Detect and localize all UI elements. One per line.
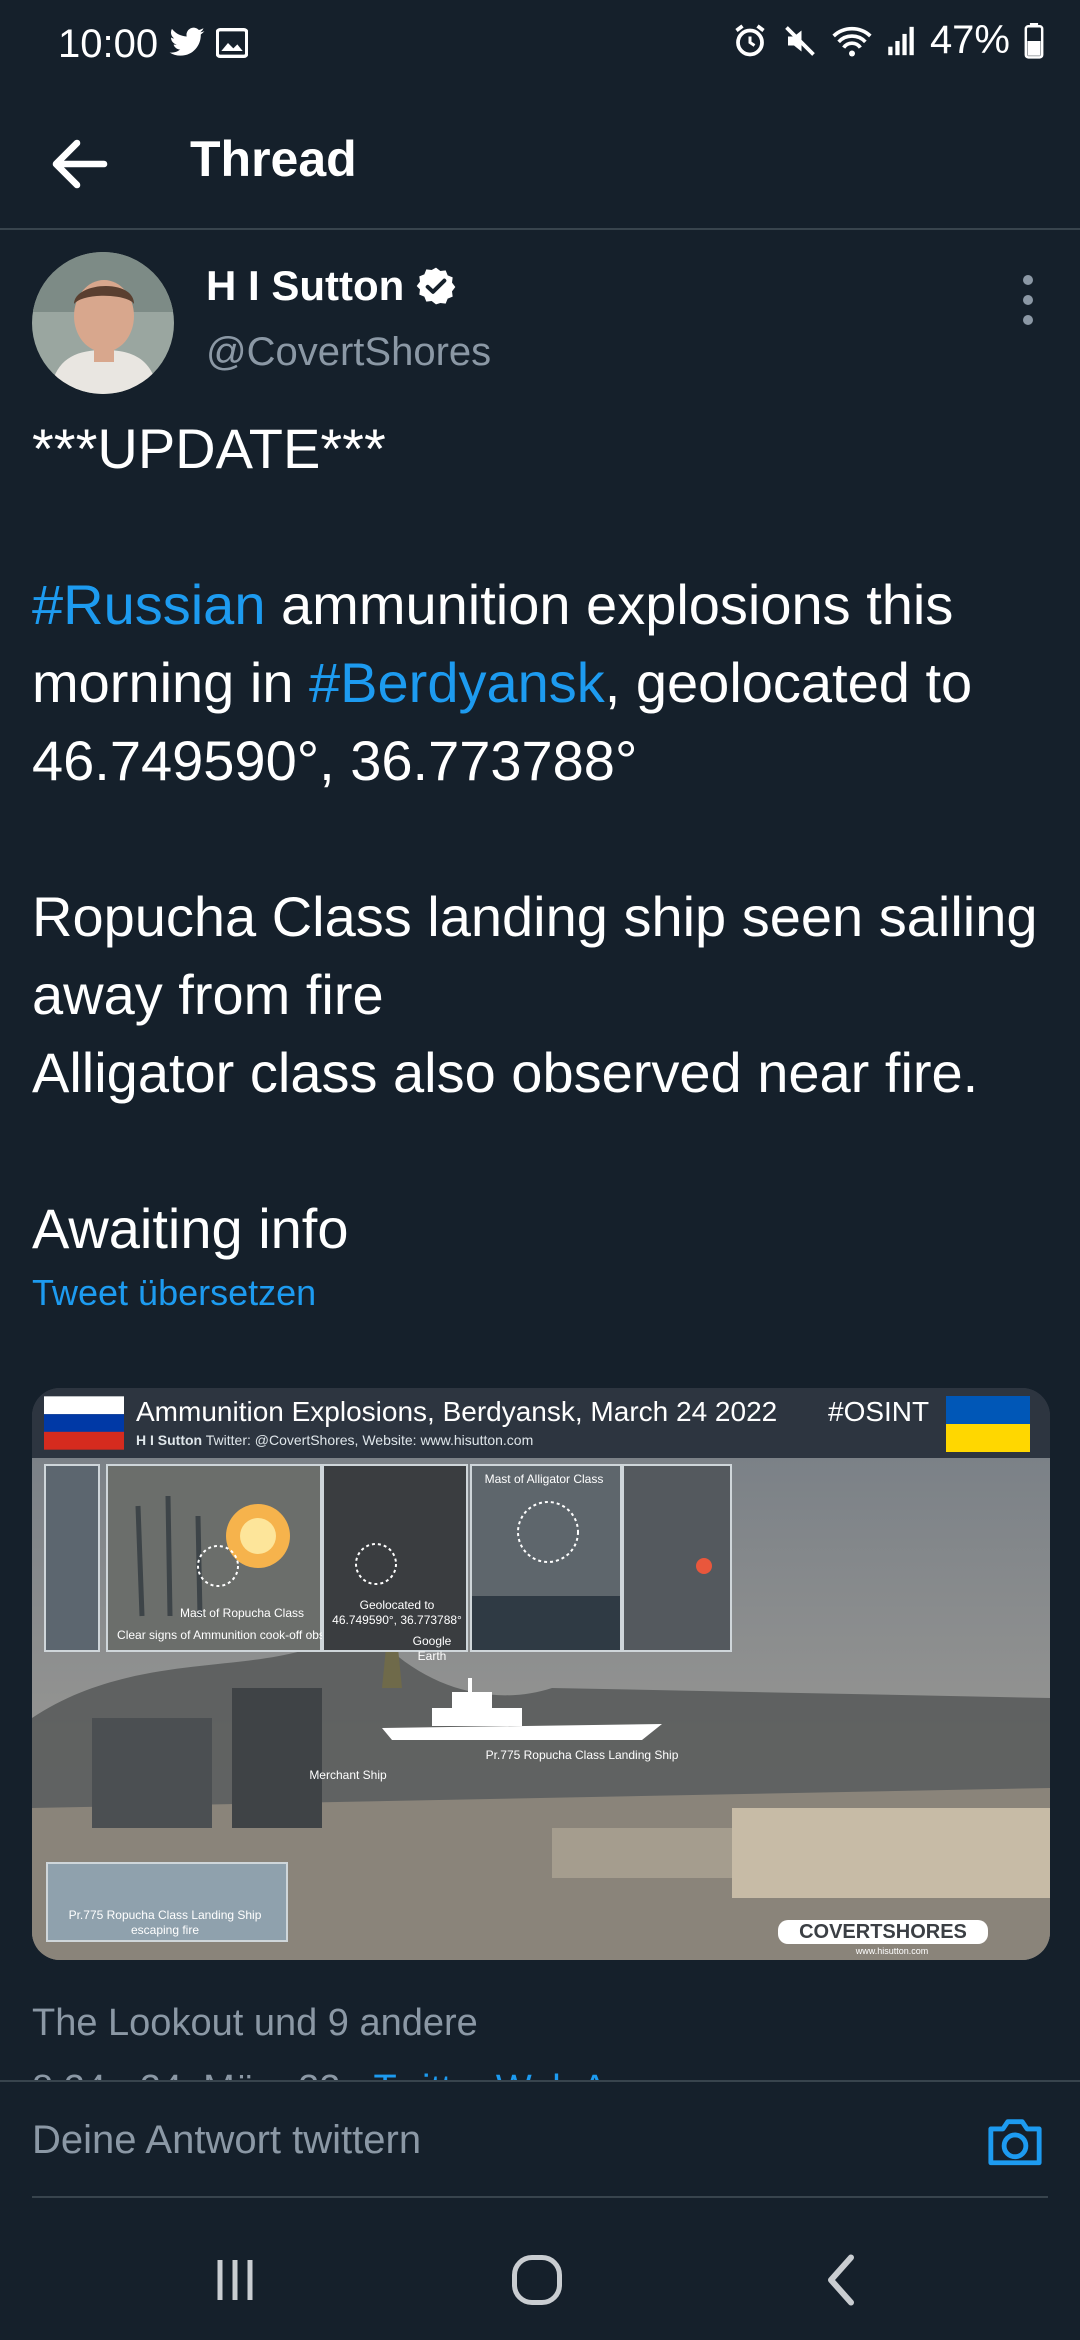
caption-escaping: Pr.775 Ropucha Class Landing Ship escapi… xyxy=(68,1908,262,1937)
status-bar: 10:00 47% xyxy=(0,0,1080,90)
avatar[interactable] xyxy=(32,252,174,394)
battery-percent: 47% xyxy=(929,18,1010,62)
alarm-icon xyxy=(735,24,765,56)
media-panel-2 xyxy=(106,1464,322,1652)
author-handle[interactable]: @CovertShores xyxy=(206,330,491,375)
more-options-icon[interactable] xyxy=(1010,270,1046,330)
camera-icon[interactable] xyxy=(986,2114,1044,2168)
caption-ropucha-ship: Pr.775 Ropucha Class Landing Ship xyxy=(485,1748,679,1762)
media-title: Ammunition Explosions, Berdyansk, March … xyxy=(136,1396,778,1427)
wifi-icon xyxy=(832,26,872,56)
page-title: Thread xyxy=(190,131,357,187)
tweet-media-image[interactable]: Ammunition Explosions, Berdyansk, March … xyxy=(32,1388,1050,1960)
media-header: Ammunition Explosions, Berdyansk, March … xyxy=(32,1388,1050,1458)
reply-bar: Deine Antwort twittern xyxy=(0,2080,1080,2200)
alligator-image xyxy=(472,1501,620,1650)
system-nav-bar xyxy=(0,2220,1080,2340)
liked-by[interactable]: The Lookout und 9 andere xyxy=(32,2002,478,2045)
back-arrow-icon[interactable] xyxy=(44,128,116,200)
status-time: 10:00 xyxy=(58,22,159,66)
caption-merchant: Merchant Ship xyxy=(309,1768,387,1782)
author-name-row[interactable]: H I Sutton xyxy=(206,262,456,310)
verified-badge-icon xyxy=(416,267,456,305)
home-icon[interactable] xyxy=(502,2250,572,2310)
explosion-image xyxy=(135,1495,290,1617)
caption-geolocated: Geolocated to 46.749590°, 36.773788° xyxy=(332,1598,462,1627)
avatar-image xyxy=(32,252,174,394)
translate-tweet-link[interactable]: Tweet übersetzen xyxy=(32,1272,316,1314)
battery-icon xyxy=(1024,22,1044,59)
reply-input[interactable]: Deine Antwort twittern xyxy=(32,2118,421,2163)
caption-alligator-mast: Mast of Alligator Class xyxy=(484,1472,604,1486)
ship-silhouette-icon xyxy=(382,1678,662,1740)
media-panel-5 xyxy=(622,1464,732,1652)
tweet-update: ***UPDATE*** xyxy=(32,417,386,480)
covertshores-logo: COVERTSHORES xyxy=(778,1920,988,1944)
media-credits: H I Sutton Twitter: @CovertShores, Websi… xyxy=(136,1432,533,1448)
tweet-paragraph: Ropucha Class landing ship seen sailing … xyxy=(32,885,1038,1104)
media-author: H I Sutton xyxy=(136,1432,203,1448)
media-panel-4 xyxy=(470,1464,622,1652)
caption-google-earth: Google Earth xyxy=(412,1634,452,1663)
media-tag: #OSINT xyxy=(828,1396,930,1427)
gallery-icon xyxy=(216,28,248,58)
reply-underline xyxy=(32,2196,1048,2198)
back-nav-icon[interactable] xyxy=(806,2250,876,2310)
signal-icon xyxy=(888,26,914,55)
recent-apps-icon[interactable] xyxy=(200,2250,270,2310)
covertshores-url: www.hisutton.com xyxy=(855,1946,929,1956)
top-bar: Thread xyxy=(0,100,1080,230)
client-link[interactable]: Twitter Web A xyxy=(373,2068,607,2080)
ukraine-flag-icon xyxy=(946,1396,1030,1452)
media-panel-1 xyxy=(44,1464,100,1652)
fire-image xyxy=(696,1558,712,1574)
tweet-timestamp: 8:24 · 24. März 22 · Twitter Web A xyxy=(32,2068,607,2080)
hashtag-berdyansk[interactable]: #Berdyansk xyxy=(309,651,605,714)
tweet-paragraph: Awaiting info xyxy=(32,1197,349,1260)
hashtag-russian[interactable]: #Russian xyxy=(32,573,265,636)
russia-flag-icon xyxy=(44,1396,124,1450)
mute-icon xyxy=(785,25,815,56)
media-credits-text: Twitter: @CovertShores, Website: www.his… xyxy=(205,1432,534,1448)
tweet-text: ***UPDATE*** #Russian ammunition explosi… xyxy=(32,410,1052,1268)
timestamp-text: 8:24 · 24. März 22 · xyxy=(32,2068,373,2080)
author-name[interactable]: H I Sutton xyxy=(206,262,404,310)
status-right: 47% xyxy=(732,18,1044,63)
caption-ropucha-mast: Mast of Ropucha Class xyxy=(179,1606,305,1620)
twitter-icon xyxy=(169,27,205,56)
